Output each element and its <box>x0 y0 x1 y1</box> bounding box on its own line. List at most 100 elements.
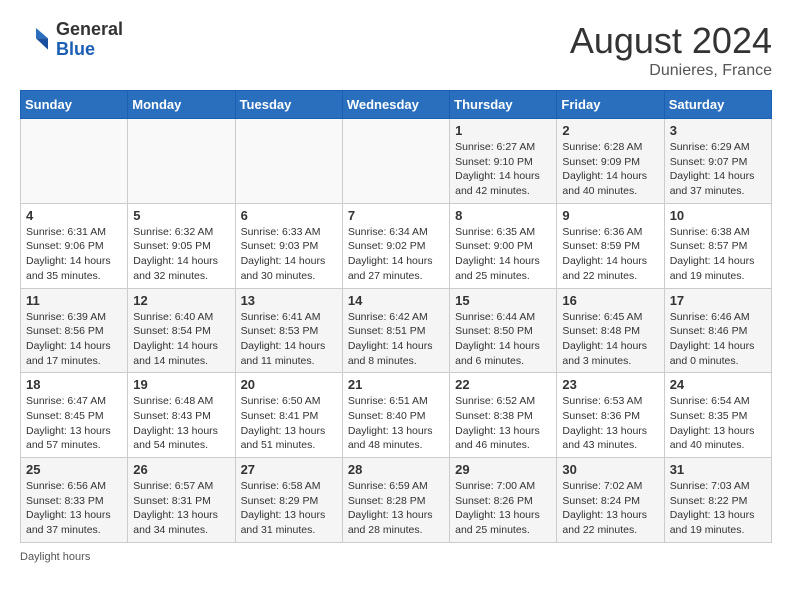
calendar-cell: 12 Sunrise: 6:40 AM Sunset: 8:54 PM Dayli… <box>128 288 235 373</box>
day-of-week-header: Tuesday <box>235 91 342 119</box>
day-number: 31 <box>670 462 766 477</box>
day-info: Sunrise: 7:03 AM Sunset: 8:22 PM Dayligh… <box>670 479 766 538</box>
day-of-week-header: Monday <box>128 91 235 119</box>
day-info: Sunrise: 6:40 AM Sunset: 8:54 PM Dayligh… <box>133 310 229 369</box>
day-info: Sunrise: 6:35 AM Sunset: 9:00 PM Dayligh… <box>455 225 551 284</box>
calendar-cell <box>128 119 235 204</box>
calendar-week-row: 25Sunrise: 6:56 AM Sunset: 8:33 PM Dayli… <box>21 458 772 543</box>
day-number: 27 <box>241 462 337 477</box>
day-number: 3 <box>670 123 766 138</box>
calendar-cell: 31 Sunrise: 7:03 AM Sunset: 8:22 PM Dayli… <box>664 458 771 543</box>
day-info: Sunrise: 6:47 AM Sunset: 8:45 PM Dayligh… <box>26 394 122 453</box>
day-info: Sunrise: 6:57 AM Sunset: 8:31 PM Dayligh… <box>133 479 229 538</box>
calendar-cell: 28Sunrise: 6:59 AM Sunset: 8:28 PM Dayli… <box>342 458 449 543</box>
calendar-cell <box>235 119 342 204</box>
day-number: 8 <box>455 208 551 223</box>
calendar-cell: 16 Sunrise: 6:45 AM Sunset: 8:48 PM Dayli… <box>557 288 664 373</box>
day-info: Sunrise: 6:33 AM Sunset: 9:03 PM Dayligh… <box>241 225 337 284</box>
calendar-week-row: 1Sunrise: 6:27 AM Sunset: 9:10 PM Daylig… <box>21 119 772 204</box>
day-number: 14 <box>348 293 444 308</box>
day-number: 5 <box>133 208 229 223</box>
footer-text: Daylight hours <box>20 551 90 563</box>
calendar-cell: 24 Sunrise: 6:54 AM Sunset: 8:35 PM Dayli… <box>664 373 771 458</box>
title-block: August 2024 Dunieres, France <box>570 20 772 80</box>
day-number: 24 <box>670 377 766 392</box>
day-info: Sunrise: 6:46 AM Sunset: 8:46 PM Dayligh… <box>670 310 766 369</box>
day-number: 12 <box>133 293 229 308</box>
calendar-cell: 13 Sunrise: 6:41 AM Sunset: 8:53 PM Dayli… <box>235 288 342 373</box>
day-info: Sunrise: 6:36 AM Sunset: 8:59 PM Dayligh… <box>562 225 658 284</box>
day-of-week-header: Sunday <box>21 91 128 119</box>
day-number: 18 <box>26 377 122 392</box>
day-info: Sunrise: 6:34 AM Sunset: 9:02 PM Dayligh… <box>348 225 444 284</box>
logo: General Blue <box>20 20 123 60</box>
calendar-week-row: 11Sunrise: 6:39 AM Sunset: 8:56 PM Dayli… <box>21 288 772 373</box>
calendar-week-row: 4 Sunrise: 6:31 AM Sunset: 9:06 PM Daylig… <box>21 203 772 288</box>
page-header: General Blue August 2024 Dunieres, Franc… <box>20 20 772 80</box>
day-info: Sunrise: 6:28 AM Sunset: 9:09 PM Dayligh… <box>562 140 658 199</box>
day-number: 23 <box>562 377 658 392</box>
day-number: 20 <box>241 377 337 392</box>
day-info: Sunrise: 7:02 AM Sunset: 8:24 PM Dayligh… <box>562 479 658 538</box>
calendar-cell: 1Sunrise: 6:27 AM Sunset: 9:10 PM Daylig… <box>450 119 557 204</box>
logo-text: General Blue <box>56 20 123 60</box>
day-info: Sunrise: 6:45 AM Sunset: 8:48 PM Dayligh… <box>562 310 658 369</box>
day-number: 30 <box>562 462 658 477</box>
logo-general: General <box>56 19 123 39</box>
day-info: Sunrise: 6:29 AM Sunset: 9:07 PM Dayligh… <box>670 140 766 199</box>
calendar-cell: 7 Sunrise: 6:34 AM Sunset: 9:02 PM Daylig… <box>342 203 449 288</box>
calendar-cell: 10Sunrise: 6:38 AM Sunset: 8:57 PM Dayli… <box>664 203 771 288</box>
calendar: SundayMondayTuesdayWednesdayThursdayFrid… <box>20 90 772 543</box>
day-info: Sunrise: 6:41 AM Sunset: 8:53 PM Dayligh… <box>241 310 337 369</box>
calendar-cell: 2 Sunrise: 6:28 AM Sunset: 9:09 PM Daylig… <box>557 119 664 204</box>
calendar-cell: 18 Sunrise: 6:47 AM Sunset: 8:45 PM Dayli… <box>21 373 128 458</box>
day-of-week-header: Thursday <box>450 91 557 119</box>
day-info: Sunrise: 6:48 AM Sunset: 8:43 PM Dayligh… <box>133 394 229 453</box>
day-number: 2 <box>562 123 658 138</box>
day-info: Sunrise: 6:53 AM Sunset: 8:36 PM Dayligh… <box>562 394 658 453</box>
day-number: 28 <box>348 462 444 477</box>
day-info: Sunrise: 6:31 AM Sunset: 9:06 PM Dayligh… <box>26 225 122 284</box>
day-number: 7 <box>348 208 444 223</box>
day-number: 29 <box>455 462 551 477</box>
day-number: 6 <box>241 208 337 223</box>
calendar-cell: 25Sunrise: 6:56 AM Sunset: 8:33 PM Dayli… <box>21 458 128 543</box>
logo-blue: Blue <box>56 39 95 59</box>
day-of-week-header: Saturday <box>664 91 771 119</box>
day-number: 25 <box>26 462 122 477</box>
day-number: 13 <box>241 293 337 308</box>
day-info: Sunrise: 6:54 AM Sunset: 8:35 PM Dayligh… <box>670 394 766 453</box>
calendar-cell: 15Sunrise: 6:44 AM Sunset: 8:50 PM Dayli… <box>450 288 557 373</box>
day-number: 17 <box>670 293 766 308</box>
day-number: 21 <box>348 377 444 392</box>
day-number: 11 <box>26 293 122 308</box>
calendar-cell: 8 Sunrise: 6:35 AM Sunset: 9:00 PM Daylig… <box>450 203 557 288</box>
day-info: Sunrise: 6:27 AM Sunset: 9:10 PM Dayligh… <box>455 140 551 199</box>
calendar-cell: 27Sunrise: 6:58 AM Sunset: 8:29 PM Dayli… <box>235 458 342 543</box>
day-info: Sunrise: 6:52 AM Sunset: 8:38 PM Dayligh… <box>455 394 551 453</box>
calendar-cell: 21 Sunrise: 6:51 AM Sunset: 8:40 PM Dayli… <box>342 373 449 458</box>
calendar-cell <box>21 119 128 204</box>
calendar-cell: 3 Sunrise: 6:29 AM Sunset: 9:07 PM Daylig… <box>664 119 771 204</box>
day-number: 22 <box>455 377 551 392</box>
day-of-week-header: Wednesday <box>342 91 449 119</box>
calendar-cell: 20 Sunrise: 6:50 AM Sunset: 8:41 PM Dayli… <box>235 373 342 458</box>
calendar-cell: 6 Sunrise: 6:33 AM Sunset: 9:03 PM Daylig… <box>235 203 342 288</box>
calendar-cell <box>342 119 449 204</box>
day-number: 10 <box>670 208 766 223</box>
day-info: Sunrise: 6:32 AM Sunset: 9:05 PM Dayligh… <box>133 225 229 284</box>
day-number: 16 <box>562 293 658 308</box>
day-number: 19 <box>133 377 229 392</box>
day-info: Sunrise: 6:44 AM Sunset: 8:50 PM Dayligh… <box>455 310 551 369</box>
calendar-cell: 5 Sunrise: 6:32 AM Sunset: 9:05 PM Daylig… <box>128 203 235 288</box>
logo-icon <box>20 24 52 56</box>
day-info: Sunrise: 6:51 AM Sunset: 8:40 PM Dayligh… <box>348 394 444 453</box>
footer: Daylight hours <box>20 551 772 563</box>
calendar-cell: 22 Sunrise: 6:52 AM Sunset: 8:38 PM Dayli… <box>450 373 557 458</box>
day-info: Sunrise: 6:42 AM Sunset: 8:51 PM Dayligh… <box>348 310 444 369</box>
calendar-cell: 17 Sunrise: 6:46 AM Sunset: 8:46 PM Dayli… <box>664 288 771 373</box>
calendar-cell: 9Sunrise: 6:36 AM Sunset: 8:59 PM Daylig… <box>557 203 664 288</box>
day-number: 4 <box>26 208 122 223</box>
day-info: Sunrise: 6:50 AM Sunset: 8:41 PM Dayligh… <box>241 394 337 453</box>
calendar-cell: 14 Sunrise: 6:42 AM Sunset: 8:51 PM Dayli… <box>342 288 449 373</box>
